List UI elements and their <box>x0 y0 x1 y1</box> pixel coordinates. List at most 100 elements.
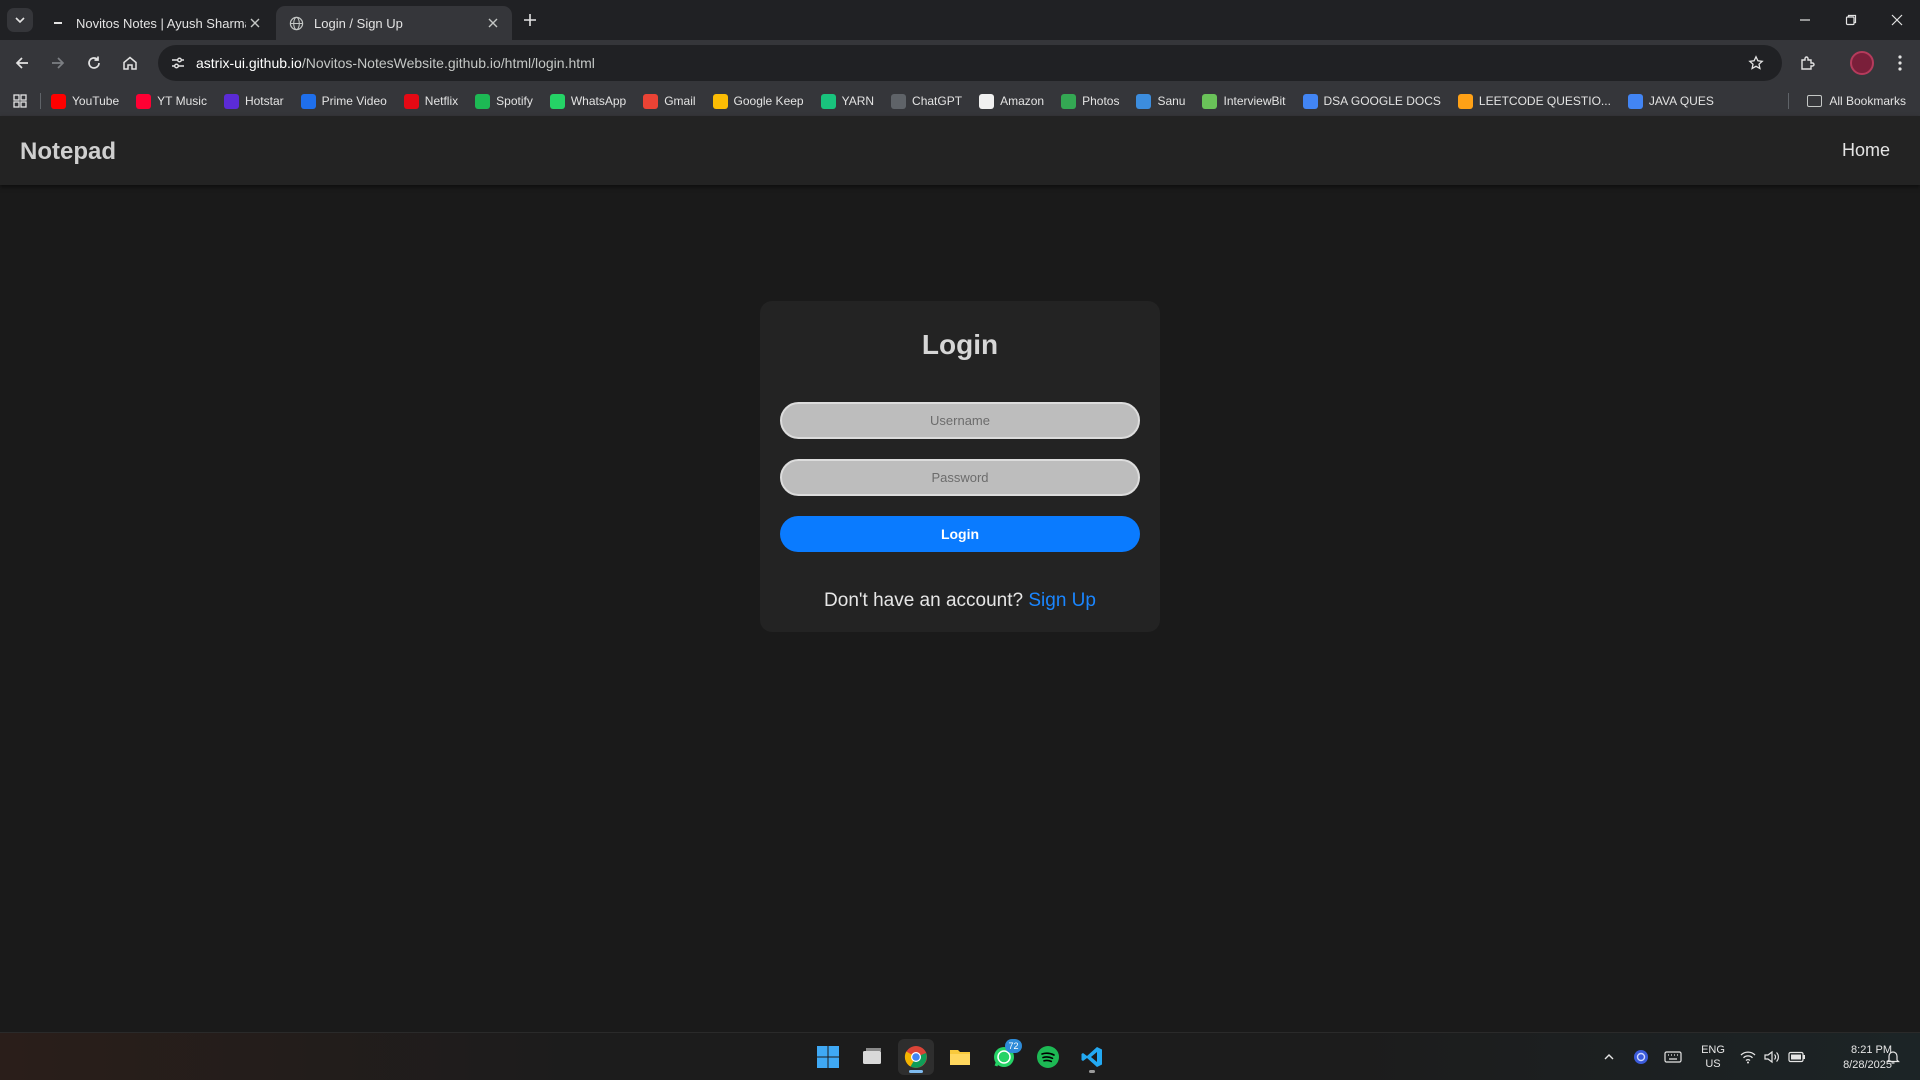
hotstar-icon <box>223 93 239 109</box>
bookmark-item[interactable]: YouTube <box>51 93 120 109</box>
youtube-icon <box>51 93 66 109</box>
taskbar-whatsapp[interactable]: 72 <box>986 1039 1022 1075</box>
taskbar-spotify[interactable] <box>1030 1039 1066 1075</box>
all-bookmarks-label: All Bookmarks <box>1829 94 1906 108</box>
login-button[interactable]: Login <box>780 516 1140 552</box>
browser-menu-button[interactable] <box>1888 51 1912 75</box>
tab-title: Login / Sign Up <box>314 15 403 31</box>
bookmark-label: YARN <box>841 94 875 108</box>
prime-video-icon <box>300 93 316 109</box>
tray-app-icon <box>1634 1050 1648 1064</box>
spotify-icon <box>475 93 491 109</box>
bookmark-item[interactable]: ChatGPT <box>891 93 962 109</box>
bookmark-item[interactable]: LEETCODE QUESTIO... <box>1457 93 1611 109</box>
yarn-icon <box>820 93 836 109</box>
tray-app-button[interactable] <box>1630 1033 1652 1080</box>
volume-status[interactable] <box>1762 1033 1782 1080</box>
home-button[interactable] <box>116 49 144 77</box>
folder-icon <box>950 1050 970 1065</box>
bookmark-item[interactable]: Netflix <box>403 93 459 109</box>
bookmark-item[interactable]: Google Keep <box>712 93 804 109</box>
taskbar-vscode[interactable] <box>1074 1039 1110 1075</box>
wifi-status[interactable] <box>1738 1033 1758 1080</box>
tab-login-signup[interactable]: Login / Sign Up <box>276 6 512 40</box>
arrow-left-icon <box>15 57 28 69</box>
password-input[interactable]: Password <box>780 459 1140 496</box>
close-tab-icon[interactable] <box>484 14 502 32</box>
bookmark-item[interactable]: DSA GOOGLE DOCS <box>1302 93 1441 109</box>
bookmark-label: Netflix <box>424 94 459 108</box>
tab-title: Novitos Notes | Ayush Sharma <box>76 15 246 31</box>
new-tab-button[interactable] <box>520 10 540 30</box>
signup-link[interactable]: Sign Up <box>1028 590 1096 611</box>
bookmark-item[interactable]: YARN <box>820 93 875 109</box>
restore-button[interactable] <box>1828 0 1874 40</box>
bookmark-label: Prime Video <box>321 94 387 108</box>
bookmark-label: Gmail <box>664 94 696 108</box>
notifications-button[interactable] <box>1882 1033 1904 1080</box>
taskbar-chrome[interactable] <box>898 1039 934 1075</box>
system-clock[interactable]: 8:21 PM 8/28/2025 <box>1812 1043 1892 1073</box>
close-tab-icon[interactable] <box>246 14 264 32</box>
site-brand[interactable]: Notepad <box>20 138 116 166</box>
address-bar[interactable]: astrix-ui.github.io/Novitos-NotesWebsite… <box>158 45 1782 81</box>
start-button[interactable] <box>810 1039 846 1075</box>
profile-avatar[interactable] <box>1850 51 1874 75</box>
puzzle-icon <box>1801 56 1815 70</box>
bookmark-label: InterviewBit <box>1223 94 1286 108</box>
bookmarks-separator <box>40 93 41 109</box>
apps-button[interactable] <box>0 86 40 116</box>
minimize-button[interactable] <box>1782 0 1828 40</box>
forward-button[interactable] <box>44 49 72 77</box>
all-bookmarks-button[interactable]: All Bookmarks <box>1807 86 1906 116</box>
tab-search-button[interactable] <box>7 8 33 32</box>
bookmark-item[interactable]: Gmail <box>643 93 696 109</box>
url-host: astrix-ui.github.io <box>196 55 302 71</box>
amazon-icon <box>979 93 995 109</box>
speaker-icon <box>1764 1050 1779 1064</box>
close-window-button[interactable] <box>1874 0 1920 40</box>
clock-time: 8:21 PM <box>1851 1044 1892 1056</box>
running-indicator <box>1089 1070 1095 1073</box>
bookmarks-divider <box>1788 93 1789 109</box>
bookmark-item[interactable]: JAVA QUES <box>1627 93 1714 109</box>
bookmarks-bar: YouTube YT Music Hotstar Prime Video Netflix… <box>0 86 1920 116</box>
apps-grid-icon <box>13 94 27 108</box>
back-button[interactable] <box>8 49 36 77</box>
bookmark-item[interactable]: WhatsApp <box>549 93 627 109</box>
show-hidden-icons-button[interactable] <box>1598 1033 1620 1080</box>
active-indicator <box>909 1070 923 1073</box>
url-path: /Novitos-NotesWebsite.github.io/html/log… <box>301 55 595 71</box>
bookmark-item[interactable]: Photos <box>1061 93 1119 109</box>
nav-home-link[interactable]: Home <box>1842 140 1890 161</box>
url-text[interactable]: astrix-ui.github.io/Novitos-NotesWebsite… <box>196 55 1744 71</box>
bookmark-label: WhatsApp <box>570 94 627 108</box>
bookmark-label: DSA GOOGLE DOCS <box>1323 94 1441 108</box>
bookmark-label: Spotify <box>496 94 533 108</box>
browser-toolbar: astrix-ui.github.io/Novitos-NotesWebsite… <box>0 40 1920 86</box>
site-info-icon[interactable] <box>168 53 188 73</box>
browser-tab-bar: Novitos Notes | Ayush Sharma Login / Sig… <box>0 0 1920 40</box>
username-input[interactable]: Username <box>780 402 1140 439</box>
bookmark-item[interactable]: Sanu <box>1136 93 1185 109</box>
input-language-indicator[interactable]: ENG US <box>1696 1043 1730 1071</box>
reload-button[interactable] <box>80 49 108 77</box>
task-view-button[interactable] <box>854 1039 890 1075</box>
bookmark-label: YouTube <box>72 94 120 108</box>
bookmark-item[interactable]: YT Music <box>136 93 207 109</box>
bookmark-item[interactable]: Spotify <box>475 93 533 109</box>
battery-status[interactable] <box>1786 1033 1808 1080</box>
bookmark-label: Google Keep <box>733 94 804 108</box>
chevron-down-icon <box>15 17 25 24</box>
extensions-button[interactable] <box>1796 51 1820 75</box>
bookmark-item[interactable]: Hotstar <box>223 93 284 109</box>
folder-icon <box>1807 95 1823 107</box>
bookmark-item[interactable]: Amazon <box>979 93 1044 109</box>
bookmark-item[interactable]: InterviewBit <box>1202 93 1286 109</box>
bookmark-star-icon[interactable] <box>1744 51 1768 75</box>
touch-keyboard-button[interactable] <box>1661 1033 1685 1080</box>
bookmark-item[interactable]: Prime Video <box>300 93 387 109</box>
tab-novitos-notes[interactable]: Novitos Notes | Ayush Sharma <box>38 6 274 40</box>
taskbar-file-explorer[interactable] <box>942 1039 978 1075</box>
netflix-icon <box>403 93 419 109</box>
